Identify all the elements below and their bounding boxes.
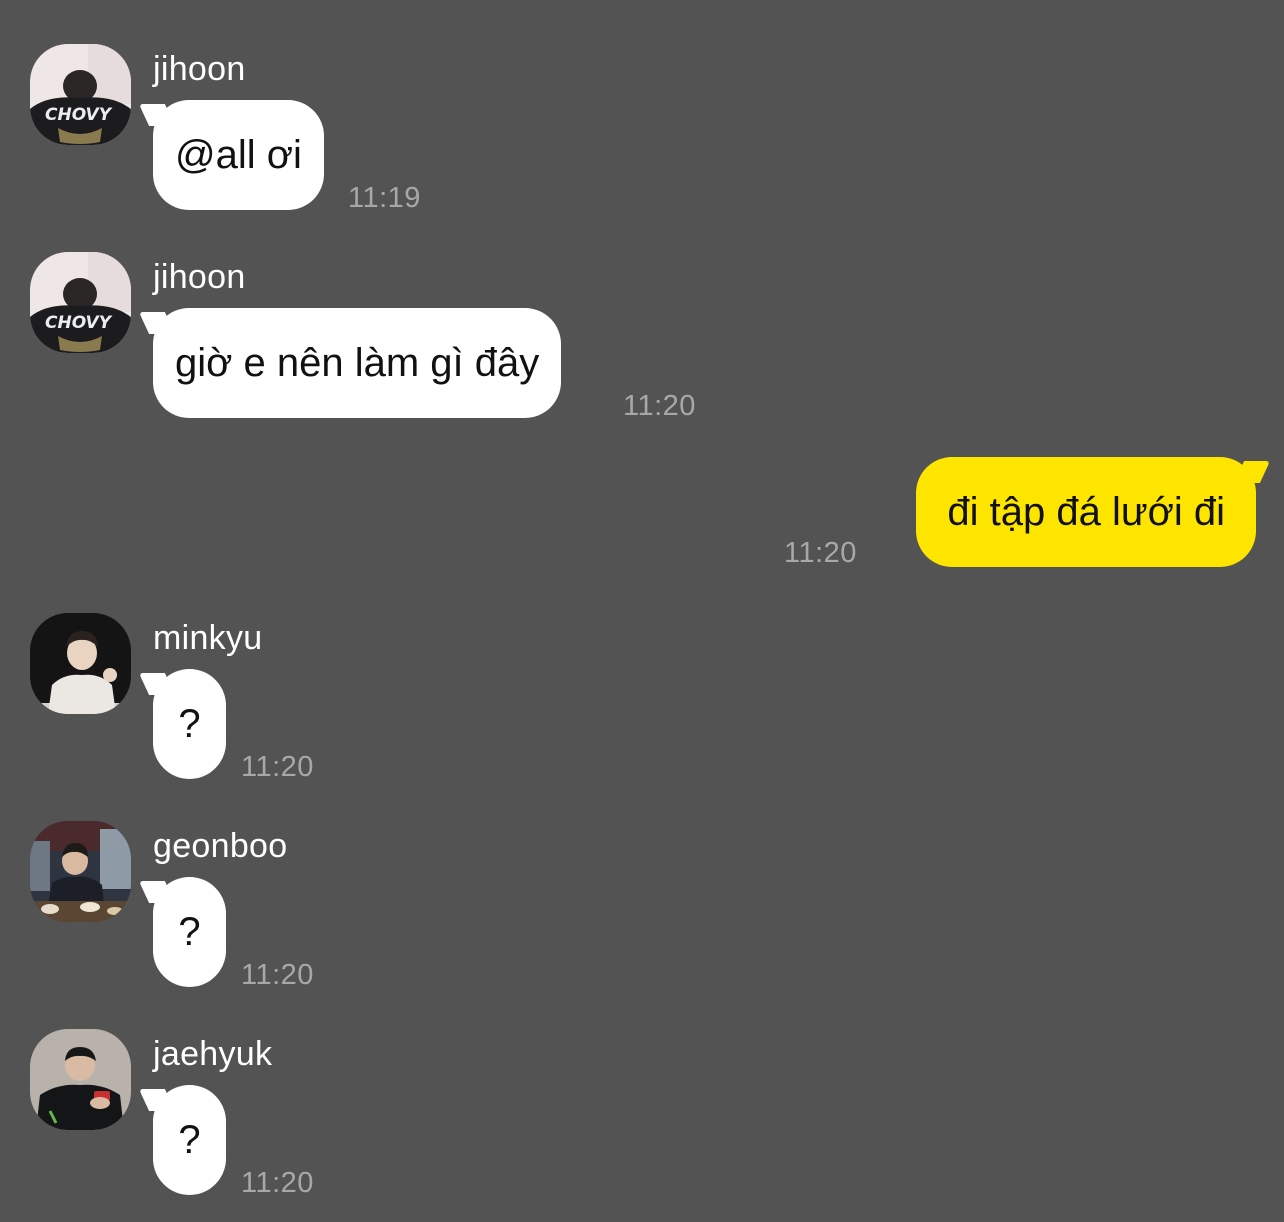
message-bubble[interactable]: ? [153,877,226,987]
sender-name: geonboo [153,827,288,865]
outgoing-message-bubble[interactable]: đi tập đá lưới đi [916,457,1256,567]
profile-photo-icon [30,821,131,922]
profile-photo-icon [30,1029,131,1130]
message-text: ? [178,1118,201,1162]
message-text: @all ơi [175,133,302,177]
avatar-jaehyuk[interactable] [30,1029,131,1130]
svg-text:CHOVY: CHOVY [45,105,113,125]
message-text: ? [178,702,201,746]
message-bubble[interactable]: ? [153,1085,226,1195]
message-text: đi tập đá lưới đi [947,490,1225,534]
avatar-jihoon[interactable]: CHOVY [30,44,131,145]
sender-name: jaehyuk [153,1035,273,1073]
message-text: giờ e nên làm gì đây [175,341,540,385]
message-bubble[interactable]: @all ơi [153,100,324,210]
profile-photo-icon: CHOVY [30,44,131,145]
avatar-geonboo[interactable] [30,821,131,922]
message-timestamp: 11:19 [348,182,421,214]
message-text: ? [178,910,201,954]
message-bubble[interactable]: ? [153,669,226,779]
profile-photo-icon [30,613,131,714]
sender-name: minkyu [153,619,263,657]
avatar-minkyu[interactable] [30,613,131,714]
profile-photo-icon: CHOVY [30,252,131,353]
sender-name: jihoon [153,258,246,296]
message-timestamp: 11:20 [241,1167,314,1199]
svg-text:CHOVY: CHOVY [45,313,113,333]
message-timestamp: 11:20 [241,751,314,783]
avatar-jihoon[interactable]: CHOVY [30,252,131,353]
message-bubble[interactable]: giờ e nên làm gì đây [153,308,562,418]
sender-name: jihoon [153,50,246,88]
message-timestamp: 11:20 [623,390,696,422]
message-timestamp: 11:20 [241,959,314,991]
message-timestamp: 11:20 [784,537,857,569]
